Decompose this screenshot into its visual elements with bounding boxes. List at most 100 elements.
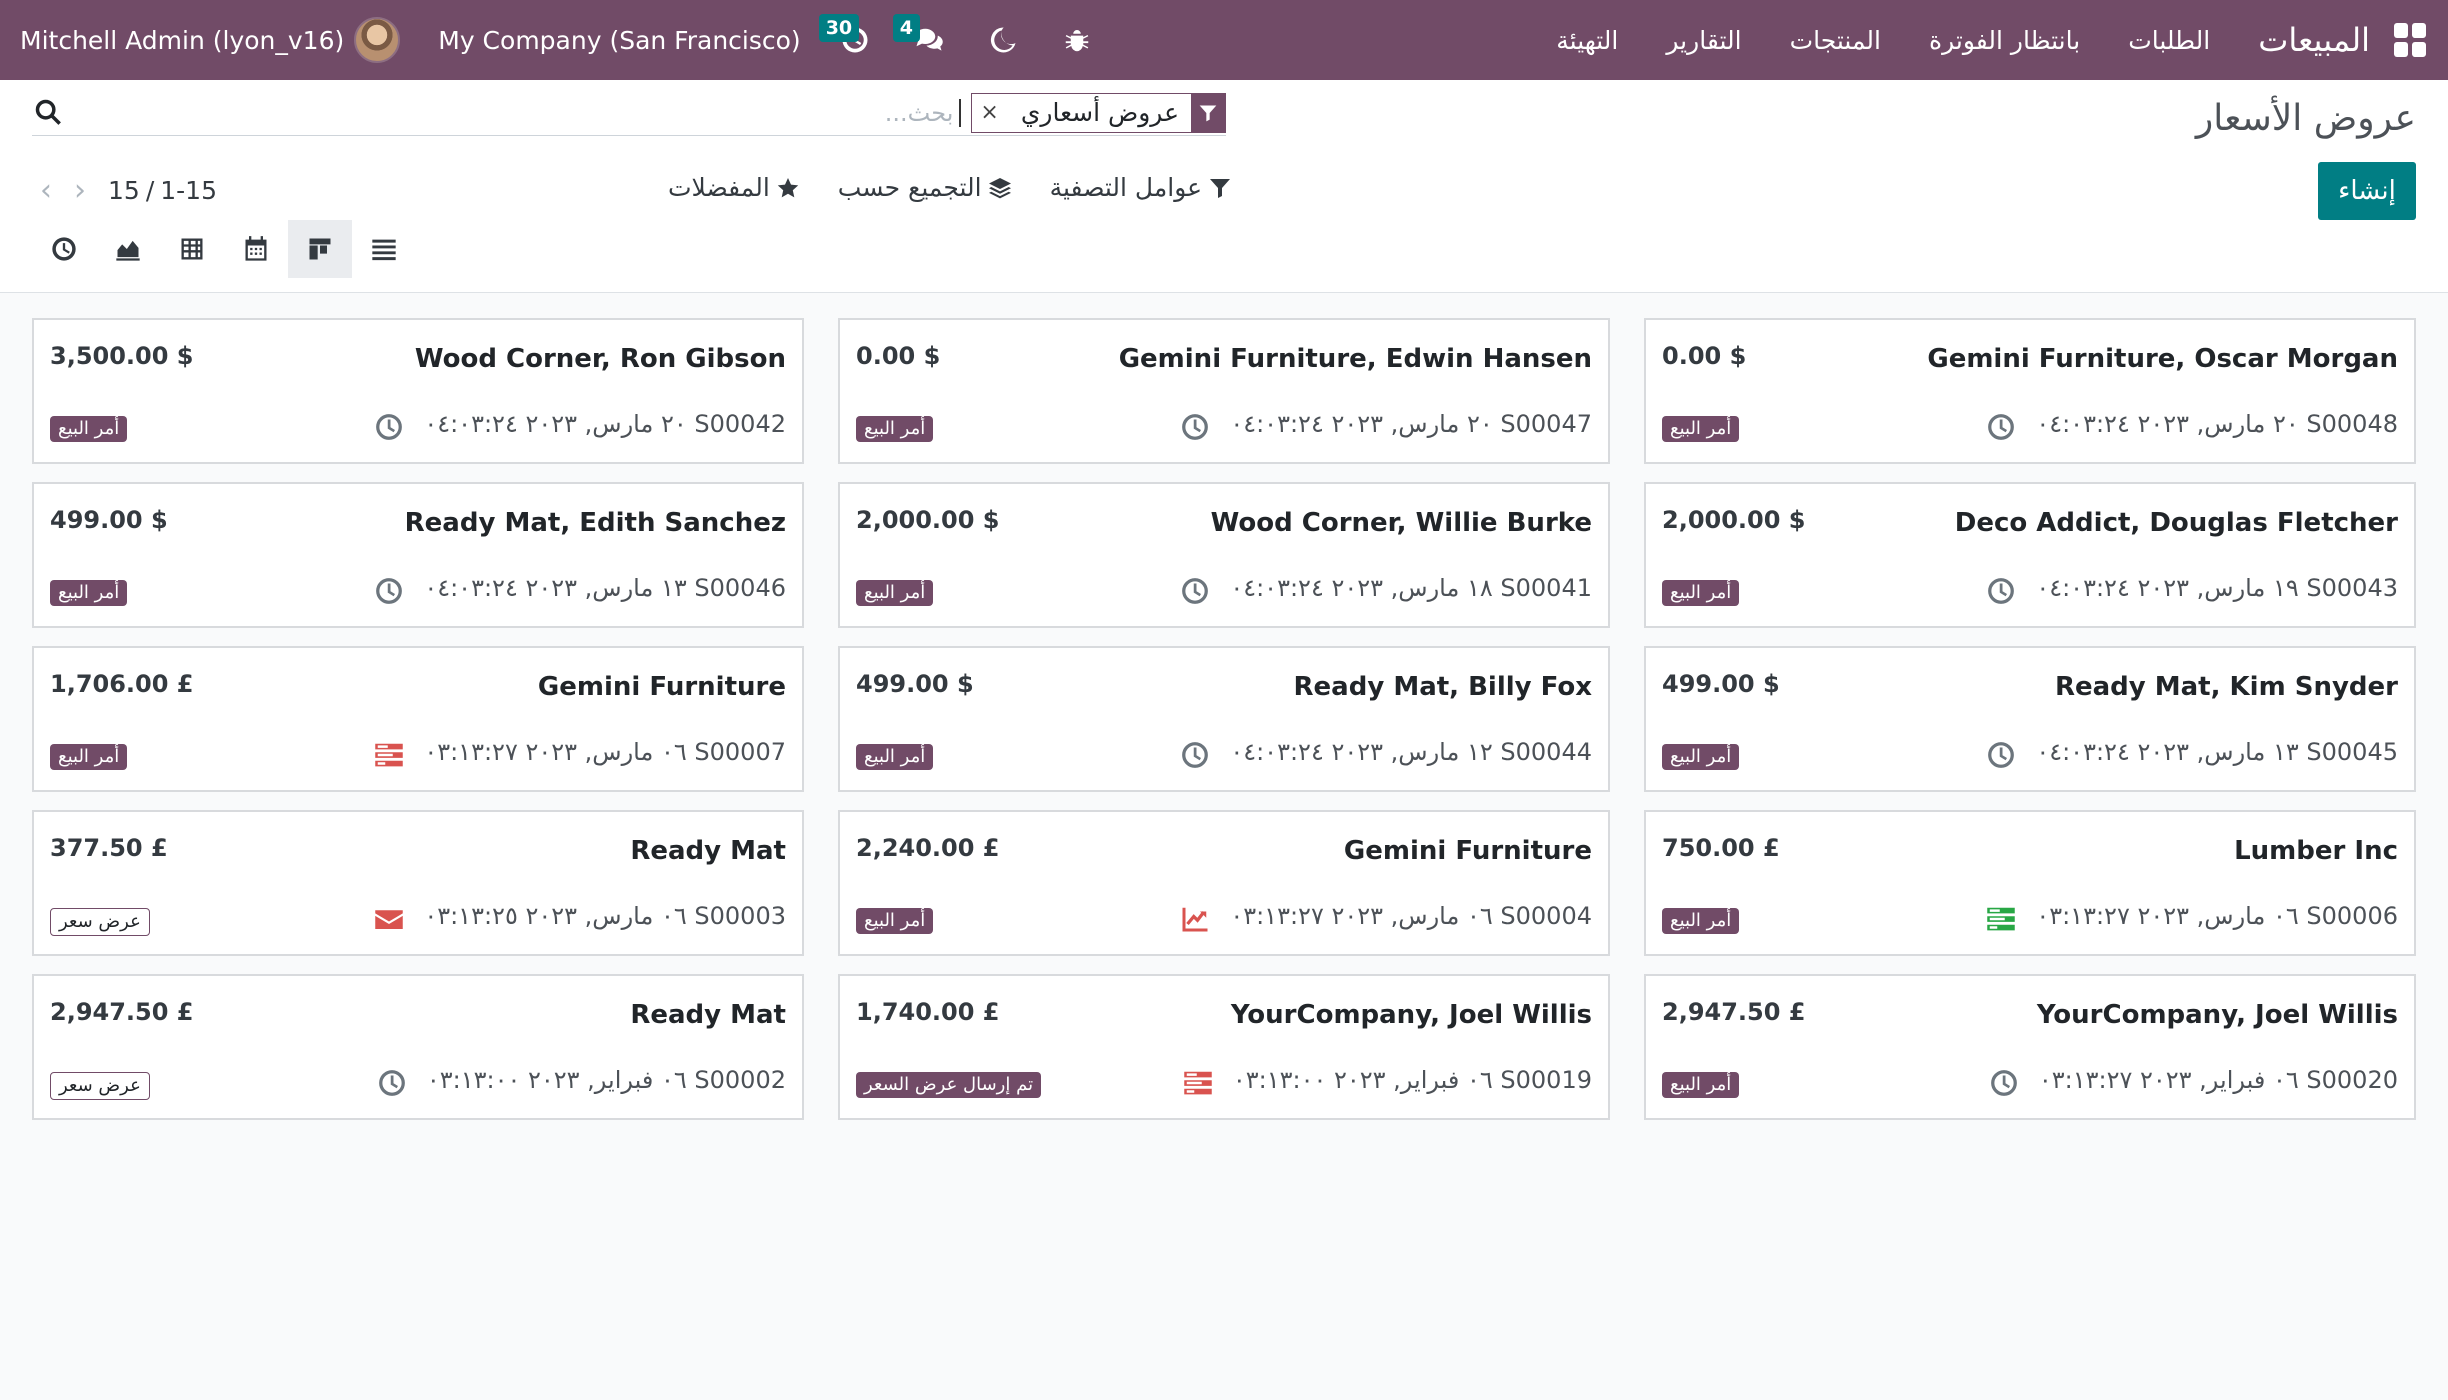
filters-label: عوامل التصفية bbox=[1049, 173, 1203, 202]
customer-name: Wood Corner, Willie Burke bbox=[1210, 508, 1592, 538]
tasks-red-icon[interactable] bbox=[1181, 1068, 1215, 1098]
clock-icon[interactable] bbox=[1178, 576, 1212, 606]
status-badge: عرض سعر bbox=[50, 908, 150, 936]
order-amount: 3,500.00 $ bbox=[50, 342, 194, 370]
kanban-card[interactable]: Wood Corner, Willie Burke 2,000.00 $ S00… bbox=[838, 482, 1610, 628]
kanban-card[interactable]: YourCompany, Joel Willis 2,947.50 £ S000… bbox=[1644, 974, 2416, 1120]
user-menu[interactable]: Mitchell Admin (lyon_v16) bbox=[20, 17, 401, 63]
facet-remove-icon[interactable]: × bbox=[972, 100, 1008, 125]
menu-orders[interactable]: الطلبات bbox=[2128, 26, 2210, 55]
pager-next-icon[interactable]: › bbox=[74, 173, 86, 208]
view-list[interactable] bbox=[352, 220, 416, 278]
moon-icon bbox=[990, 27, 1016, 53]
clock-icon[interactable] bbox=[1984, 412, 2018, 442]
pager-value[interactable]: 1-15 bbox=[160, 176, 217, 205]
menu-to-invoice[interactable]: بانتظار الفوترة bbox=[1929, 26, 2080, 55]
chart-red-icon[interactable] bbox=[1178, 904, 1212, 934]
kanban-card[interactable]: Wood Corner, Ron Gibson 3,500.00 $ S0004… bbox=[32, 318, 804, 464]
kanban-card[interactable]: Gemini Furniture, Edwin Hansen 0.00 $ S0… bbox=[838, 318, 1610, 464]
customer-name: Gemini Furniture, Edwin Hansen bbox=[1118, 344, 1592, 374]
kanban-card[interactable]: Ready Mat, Kim Snyder 499.00 $ S00045 ١٣… bbox=[1644, 646, 2416, 792]
pager-separator: / bbox=[145, 176, 155, 205]
favorites-label: المفضلات bbox=[668, 173, 770, 202]
order-amount: 0.00 $ bbox=[856, 342, 941, 370]
dark-mode-toggle[interactable] bbox=[983, 20, 1023, 60]
menu-reporting[interactable]: التقارير bbox=[1666, 26, 1741, 55]
clock-icon[interactable] bbox=[1987, 1068, 2021, 1098]
customer-name: Gemini Furniture, Oscar Morgan bbox=[1927, 344, 2398, 374]
clock-icon[interactable] bbox=[372, 412, 406, 442]
search-facet: عروض أسعاري × bbox=[971, 92, 1226, 133]
order-amount: 2,947.50 £ bbox=[50, 998, 194, 1026]
view-calendar[interactable] bbox=[224, 220, 288, 278]
order-amount: 750.00 £ bbox=[1662, 834, 1780, 862]
kanban-card[interactable]: Ready Mat 2,947.50 £ S00002 ٠٦ فبراير, ٢… bbox=[32, 974, 804, 1120]
order-reference: S00044 ١٢ مارس, ٢٠٢٣ ٠٤:٠٣:٢٤ bbox=[1230, 738, 1592, 766]
tasks-green-icon[interactable] bbox=[1984, 904, 2018, 934]
filters-button[interactable]: عوامل التصفية bbox=[1050, 173, 1232, 202]
view-activity[interactable] bbox=[32, 220, 96, 278]
app-brand[interactable]: المبيعات bbox=[2258, 21, 2370, 59]
kanban-card[interactable]: Lumber Inc 750.00 £ S00006 ٠٦ مارس, ٢٠٢٣… bbox=[1644, 810, 2416, 956]
pager-previous-icon[interactable]: ‹ bbox=[40, 173, 52, 208]
clock-icon[interactable] bbox=[1984, 740, 2018, 770]
status-badge: أمر البيع bbox=[856, 908, 934, 934]
customer-name: Wood Corner, Ron Gibson bbox=[414, 344, 786, 374]
navbar-systray: Mitchell Admin (lyon_v16) My Company (Sa… bbox=[20, 0, 1097, 80]
order-amount: 2,000.00 $ bbox=[856, 506, 1000, 534]
customer-name: Ready Mat bbox=[630, 836, 786, 866]
search-icon[interactable] bbox=[32, 98, 62, 128]
filter-icon bbox=[1210, 178, 1231, 198]
order-reference: S00019 ٠٦ فبراير, ٢٠٢٣ ٠٣:١٣:٠٠ bbox=[1232, 1066, 1592, 1094]
status-badge: عرض سعر bbox=[50, 1072, 150, 1100]
facet-label: عروض أسعاري bbox=[1020, 98, 1179, 127]
order-amount: 1,706.00 £ bbox=[50, 670, 194, 698]
customer-name: Lumber Inc bbox=[2234, 836, 2398, 866]
kanban-card[interactable]: YourCompany, Joel Willis 1,740.00 £ S000… bbox=[838, 974, 1610, 1120]
clock-icon[interactable] bbox=[375, 1068, 409, 1098]
favorites-button[interactable]: المفضلات bbox=[668, 173, 800, 202]
kanban-card[interactable]: Ready Mat, Billy Fox 499.00 $ S00044 ١٢ … bbox=[838, 646, 1610, 792]
calendar-icon bbox=[245, 236, 267, 261]
menu-configuration[interactable]: التهيئة bbox=[1556, 26, 1618, 55]
clock-icon bbox=[52, 237, 76, 261]
clock-icon[interactable] bbox=[1178, 740, 1212, 770]
kanban-card[interactable]: Deco Addict, Douglas Fletcher 2,000.00 $… bbox=[1644, 482, 2416, 628]
order-reference: S00003 ٠٦ مارس, ٢٠٢٣ ٠٣:١٣:٢٥ bbox=[424, 902, 786, 930]
tasks-red-icon[interactable] bbox=[372, 740, 406, 770]
view-graph[interactable] bbox=[96, 220, 160, 278]
kanban-card[interactable]: Gemini Furniture 2,240.00 £ S00004 ٠٦ ما… bbox=[838, 810, 1610, 956]
debug-button[interactable] bbox=[1057, 20, 1097, 60]
search-options: عوامل التصفية التجميع حسب المفضلات bbox=[630, 173, 1232, 202]
order-amount: 377.50 £ bbox=[50, 834, 168, 862]
kanban-card[interactable]: Gemini Furniture, Oscar Morgan 0.00 $ S0… bbox=[1644, 318, 2416, 464]
avatar bbox=[354, 17, 401, 63]
main-menu: المبيعات الطلبات بانتظار الفوترة المنتجا… bbox=[1508, 0, 2426, 80]
clock-icon[interactable] bbox=[1984, 576, 2018, 606]
activity-button[interactable]: 30 bbox=[818, 14, 875, 60]
order-amount: 499.00 $ bbox=[1662, 670, 1780, 698]
groupby-button[interactable]: التجميع حسب bbox=[838, 173, 1012, 202]
layers-icon bbox=[988, 177, 1011, 198]
order-amount: 2,000.00 $ bbox=[1662, 506, 1806, 534]
clock-icon[interactable] bbox=[1178, 412, 1212, 442]
search-input[interactable]: بحث... bbox=[885, 98, 962, 127]
company-switcher[interactable]: My Company (San Francisco) bbox=[438, 26, 800, 55]
groupby-label: التجميع حسب bbox=[837, 173, 982, 202]
kanban-card[interactable]: Gemini Furniture 1,706.00 £ S00007 ٠٦ ما… bbox=[32, 646, 804, 792]
kanban-card[interactable]: Ready Mat 377.50 £ S00003 ٠٦ مارس, ٢٠٢٣ … bbox=[32, 810, 804, 956]
clock-icon[interactable] bbox=[372, 576, 406, 606]
kanban-card[interactable]: Ready Mat, Edith Sanchez 499.00 $ S00046… bbox=[32, 482, 804, 628]
status-badge: أمر البيع bbox=[1662, 908, 1740, 934]
status-badge: أمر البيع bbox=[856, 744, 934, 770]
messaging-button[interactable]: 4 bbox=[892, 14, 949, 60]
view-kanban[interactable] bbox=[288, 220, 352, 278]
apps-grid-icon[interactable] bbox=[2392, 23, 2426, 57]
order-reference: S00002 ٠٦ فبراير, ٢٠٢٣ ٠٣:١٣:٠٠ bbox=[426, 1066, 786, 1094]
view-pivot[interactable] bbox=[160, 220, 224, 278]
envelope-red-icon[interactable] bbox=[372, 904, 406, 934]
create-button[interactable]: إنشاء bbox=[2318, 162, 2416, 220]
order-reference: S00046 ١٣ مارس, ٢٠٢٣ ٠٤:٠٣:٢٤ bbox=[424, 574, 786, 602]
customer-name: Ready Mat, Kim Snyder bbox=[2054, 672, 2398, 702]
menu-products[interactable]: المنتجات bbox=[1790, 26, 1881, 55]
